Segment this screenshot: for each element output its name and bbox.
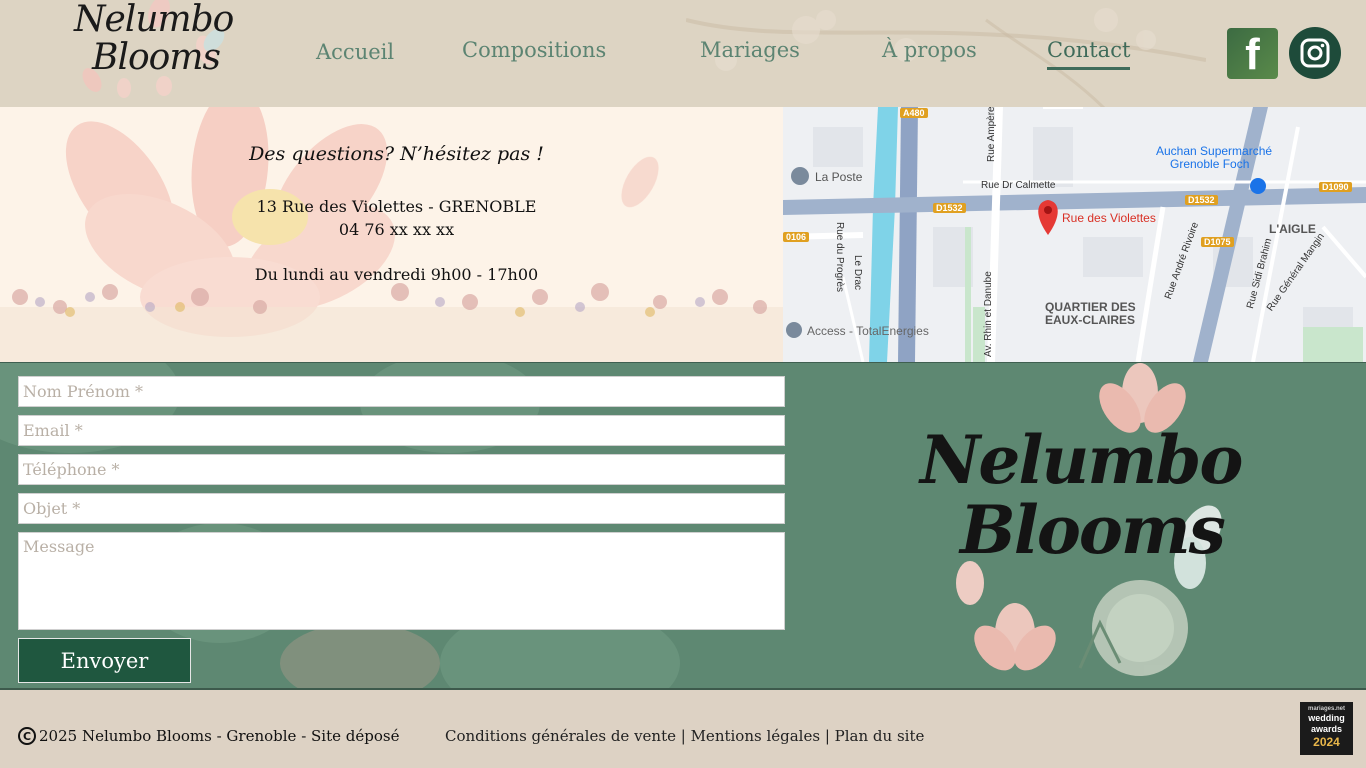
brand-logo-large-text: Nelumbo Blooms xyxy=(920,421,1243,569)
nav-item-a-propos[interactable]: À propos xyxy=(882,38,977,62)
name-field[interactable] xyxy=(18,376,785,407)
map-shield-d1090: D1090 xyxy=(1319,182,1352,192)
map-place-quartier-1: QUARTIER DES xyxy=(1045,300,1136,314)
nav-item-compositions[interactable]: Compositions xyxy=(462,38,606,62)
map-shield-d1075: D1075 xyxy=(1201,237,1234,247)
nav-item-contact[interactable]: Contact xyxy=(1047,38,1131,70)
copyright-icon: C xyxy=(18,727,36,745)
map-road-rhin-danube: Av. Rhin et Danube xyxy=(983,271,994,357)
contact-info-panel: Des questions? N’hésitez pas ! 13 Rue de… xyxy=(0,107,783,362)
map-shield-a480: A480 xyxy=(900,108,928,118)
footer-link-mentions-legales[interactable]: Mentions légales xyxy=(691,727,820,745)
map-road-dr-calmette: Rue Dr Calmette xyxy=(981,180,1056,191)
location-map[interactable]: La Poste Auchan Supermarché Grenoble Foc… xyxy=(783,107,1366,362)
footer-link-cgv[interactable]: Conditions générales de vente xyxy=(445,727,676,745)
map-pin-label: Rue des Violettes xyxy=(1062,211,1156,225)
map-place-la-poste: La Poste xyxy=(815,170,863,184)
map-shield-d1532b: D1532 xyxy=(1185,195,1218,205)
map-road-progres: Rue du Progrès xyxy=(834,222,845,293)
brand-logo-large-line-2: Blooms xyxy=(960,491,1226,569)
award-source: mariages.net xyxy=(1307,706,1346,712)
footer-separator: | xyxy=(675,727,691,745)
map-road-le-drac: Le Drac xyxy=(852,255,863,291)
facebook-link[interactable]: f xyxy=(1227,28,1278,79)
facebook-icon: f xyxy=(1245,30,1260,79)
message-field[interactable] xyxy=(18,532,785,630)
award-year: 2024 xyxy=(1313,735,1340,749)
map-shield-d1532a: D1532 xyxy=(933,203,966,213)
map-place-auchan-1: Auchan Supermarché xyxy=(1156,144,1273,158)
award-awards: awards xyxy=(1310,724,1343,734)
instagram-link[interactable] xyxy=(1289,27,1341,79)
main-nav: Accueil Compositions Mariages À propos C… xyxy=(0,38,1366,78)
logo-line-1: Nelumbo xyxy=(74,0,234,40)
contact-phone: 04 76 xx xx xx xyxy=(338,220,455,239)
site-header: Nelumbo Blooms Accueil Compositions Mari… xyxy=(0,0,1366,107)
map-place-access: Access - TotalEnergies xyxy=(807,324,929,338)
map-road-ampere: Rue Ampère xyxy=(986,107,997,162)
footer-copyright: C 2025 Nelumbo Blooms - Grenoble - Site … xyxy=(18,727,399,745)
map-shield-d106: 0106 xyxy=(783,232,810,242)
map-place-quartier-2: EAUX-CLAIRES xyxy=(1045,313,1136,327)
map-place-auchan-2: Grenoble Foch xyxy=(1170,157,1250,171)
brand-logo-large: Nelumbo Blooms xyxy=(900,363,1260,688)
map-place-l-aigle: L'AIGLE xyxy=(1269,222,1316,236)
contact-hours: Du lundi au vendredi 9h00 - 17h00 xyxy=(254,265,539,284)
contact-form-section: Envoyer Nelumbo Blooms xyxy=(0,362,1366,690)
footer-links: Conditions générales de vente | Mentions… xyxy=(445,727,924,745)
brand-logo-large-line-1: Nelumbo xyxy=(920,421,1243,499)
subject-field[interactable] xyxy=(18,493,785,524)
contact-address: 13 Rue des Violettes - GRENOBLE xyxy=(256,197,537,216)
award-wedding: wedding xyxy=(1308,713,1345,723)
email-field[interactable] xyxy=(18,415,785,446)
nav-item-mariages[interactable]: Mariages xyxy=(700,38,800,62)
send-button[interactable]: Envoyer xyxy=(18,638,191,683)
contact-heading: Des questions? N’hésitez pas ! xyxy=(249,143,544,165)
wedding-awards-badge[interactable]: mariages.net wedding awards 2024 xyxy=(1300,702,1353,755)
site-footer: C 2025 Nelumbo Blooms - Grenoble - Site … xyxy=(0,690,1366,768)
instagram-icon xyxy=(1300,38,1330,68)
footer-link-plan-du-site[interactable]: Plan du site xyxy=(835,727,925,745)
nav-item-accueil[interactable]: Accueil xyxy=(316,40,394,64)
footer-separator: | xyxy=(820,727,835,745)
copyright-text: 2025 Nelumbo Blooms - Grenoble - Site dé… xyxy=(39,727,400,745)
phone-field[interactable] xyxy=(18,454,785,485)
